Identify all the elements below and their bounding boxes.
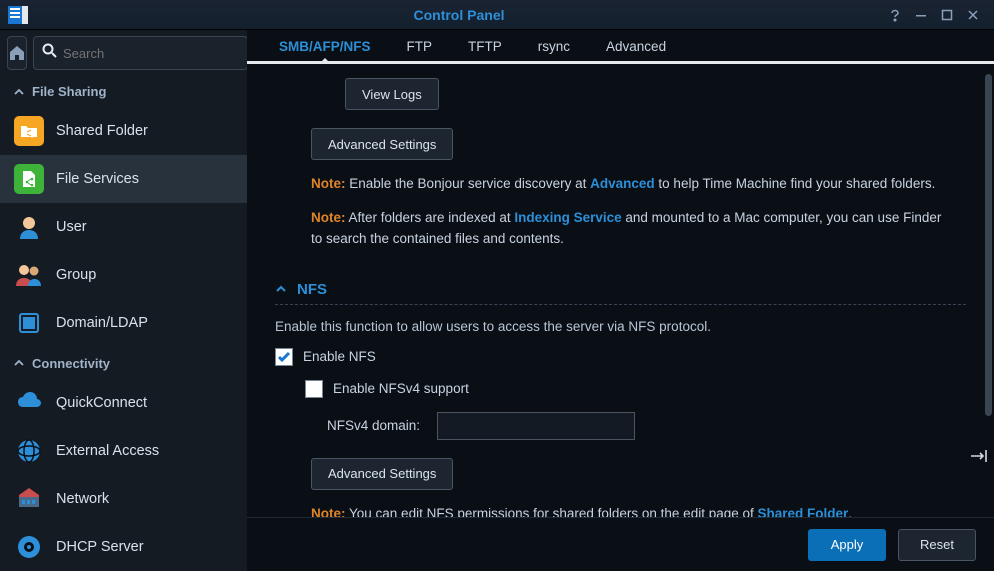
titlebar: Control Panel bbox=[0, 0, 994, 30]
sidebar-item-quickconnect[interactable]: QuickConnect bbox=[0, 379, 247, 427]
link-advanced[interactable]: Advanced bbox=[590, 176, 655, 191]
enable-nfs-label: Enable NFS bbox=[303, 349, 376, 364]
view-logs-button[interactable]: View Logs bbox=[345, 78, 439, 110]
link-indexing-service[interactable]: Indexing Service bbox=[514, 210, 621, 225]
chevron-up-icon bbox=[14, 87, 24, 97]
apply-button[interactable]: Apply bbox=[808, 529, 886, 561]
section-header-label: Connectivity bbox=[32, 356, 110, 371]
content-area: View Logs Advanced Settings Note: Enable… bbox=[247, 64, 994, 517]
domain-ldap-icon bbox=[14, 308, 44, 338]
file-services-icon bbox=[14, 164, 44, 194]
network-icon bbox=[14, 484, 44, 514]
maximize-button[interactable] bbox=[934, 5, 960, 25]
dhcp-server-icon bbox=[14, 532, 44, 562]
tabs: SMB/AFP/NFS FTP TFTP rsync Advanced bbox=[247, 30, 994, 64]
tab-smb-afp-nfs[interactable]: SMB/AFP/NFS bbox=[261, 31, 389, 61]
footer: Apply Reset bbox=[247, 517, 994, 571]
advanced-settings-button-afp[interactable]: Advanced Settings bbox=[311, 128, 453, 160]
tab-rsync[interactable]: rsync bbox=[520, 31, 588, 61]
enable-nfsv4-checkbox[interactable] bbox=[305, 380, 323, 398]
tab-ftp[interactable]: FTP bbox=[389, 31, 451, 61]
sidebar-item-label: User bbox=[56, 219, 87, 235]
sidebar-item-label: QuickConnect bbox=[56, 395, 147, 411]
link-shared-folder[interactable]: Shared Folder bbox=[758, 506, 849, 517]
chevron-up-icon bbox=[275, 283, 287, 295]
section-header-connectivity[interactable]: Connectivity bbox=[0, 348, 247, 379]
sidebar-item-shared-folder[interactable]: Shared Folder bbox=[0, 107, 247, 155]
main-panel: SMB/AFP/NFS FTP TFTP rsync Advanced View… bbox=[247, 30, 994, 571]
sidebar-item-network[interactable]: Network bbox=[0, 475, 247, 523]
sidebar-item-dhcp-server[interactable]: DHCP Server bbox=[0, 523, 247, 571]
sidebar-item-label: External Access bbox=[56, 443, 159, 459]
sidebar-item-file-services[interactable]: File Services bbox=[0, 155, 247, 203]
note-shared-folder: Note: You can edit NFS permissions for s… bbox=[311, 504, 966, 517]
sidebar-item-label: Group bbox=[56, 267, 96, 283]
sidebar-item-label: File Services bbox=[56, 171, 139, 187]
tab-tftp[interactable]: TFTP bbox=[450, 31, 520, 61]
sidebar-item-label: Network bbox=[56, 491, 109, 507]
sidebar-item-label: DHCP Server bbox=[56, 539, 144, 555]
note-bonjour: Note: Enable the Bonjour service discove… bbox=[311, 174, 956, 194]
reset-button[interactable]: Reset bbox=[898, 529, 976, 561]
enable-nfsv4-label: Enable NFSv4 support bbox=[333, 381, 469, 396]
enable-nfs-row: Enable NFS bbox=[275, 348, 966, 366]
section-toggle-nfs[interactable]: NFS bbox=[275, 281, 966, 305]
quickconnect-icon bbox=[14, 388, 44, 418]
sidebar-item-user[interactable]: User bbox=[0, 203, 247, 251]
enable-nfs-checkbox[interactable] bbox=[275, 348, 293, 366]
nfsv4-domain-row: NFSv4 domain: bbox=[327, 412, 966, 440]
home-button[interactable] bbox=[7, 36, 27, 70]
help-button[interactable] bbox=[882, 5, 908, 25]
enable-nfsv4-row: Enable NFSv4 support bbox=[305, 380, 966, 398]
external-access-icon bbox=[14, 436, 44, 466]
group-icon bbox=[14, 260, 44, 290]
tab-advanced[interactable]: Advanced bbox=[588, 31, 684, 61]
nfsv4-domain-input[interactable] bbox=[437, 412, 635, 440]
section-header-label: File Sharing bbox=[32, 84, 106, 99]
shared-folder-icon bbox=[14, 116, 44, 146]
advanced-settings-button-nfs[interactable]: Advanced Settings bbox=[311, 458, 453, 490]
window-title: Control Panel bbox=[36, 7, 882, 23]
sidebar: File Sharing Shared Folder File Services… bbox=[0, 30, 247, 571]
section-header-file-sharing[interactable]: File Sharing bbox=[0, 76, 247, 107]
close-button[interactable] bbox=[960, 5, 986, 25]
sidebar-item-label: Domain/LDAP bbox=[56, 315, 148, 331]
scrollbar-thumb[interactable] bbox=[985, 74, 992, 416]
sidebar-item-domain-ldap[interactable]: Domain/LDAP bbox=[0, 299, 247, 347]
sidebar-item-group[interactable]: Group bbox=[0, 251, 247, 299]
user-icon bbox=[14, 212, 44, 242]
note-label: Note: bbox=[311, 210, 346, 225]
nfs-description: Enable this function to allow users to a… bbox=[275, 319, 966, 334]
minimize-button[interactable] bbox=[908, 5, 934, 25]
app-icon bbox=[8, 6, 28, 24]
note-label: Note: bbox=[311, 506, 346, 517]
section-title-label: NFS bbox=[297, 281, 327, 298]
sidebar-item-external-access[interactable]: External Access bbox=[0, 427, 247, 475]
chevron-up-icon bbox=[14, 358, 24, 368]
search-icon bbox=[42, 43, 57, 63]
note-label: Note: bbox=[311, 176, 346, 191]
search-box[interactable] bbox=[33, 36, 247, 70]
nfsv4-domain-label: NFSv4 domain: bbox=[327, 418, 423, 433]
search-input[interactable] bbox=[63, 46, 239, 61]
note-indexing: Note: After folders are indexed at Index… bbox=[311, 208, 956, 249]
sidebar-item-label: Shared Folder bbox=[56, 123, 148, 139]
